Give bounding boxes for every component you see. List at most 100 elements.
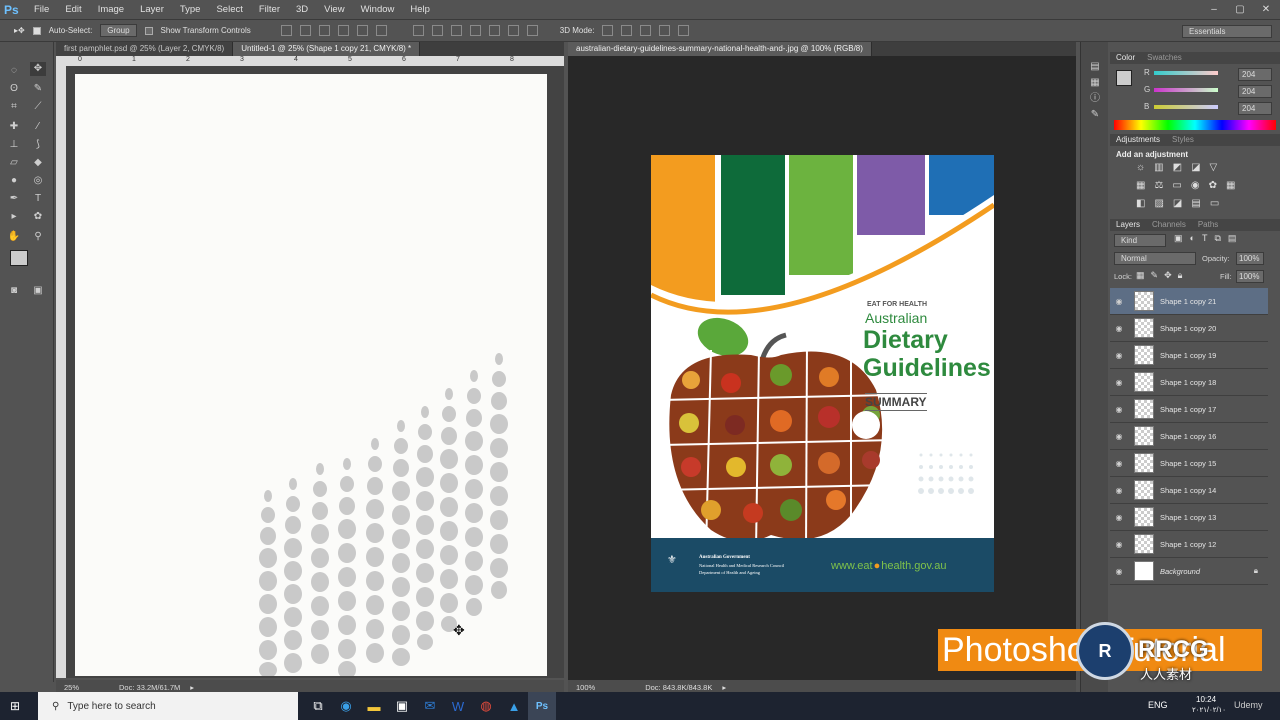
lock-position-icon[interactable]: ✥ (1164, 270, 1172, 281)
store-icon[interactable]: ▣ (388, 692, 416, 720)
3d-roll-icon[interactable] (621, 25, 633, 36)
layer-filter-kind[interactable]: Kind (1114, 234, 1166, 247)
tab-layers[interactable]: Layers (1110, 219, 1146, 231)
opacity-input[interactable]: 100% (1236, 252, 1264, 265)
task-view-icon[interactable]: ⧉ (304, 692, 332, 720)
visibility-eye-icon[interactable]: ◉ (1110, 405, 1128, 414)
menu-layer[interactable]: Layer (132, 4, 172, 15)
3d-rotate-icon[interactable] (602, 25, 614, 36)
color-ramp[interactable] (1114, 120, 1276, 130)
move-tool-icon[interactable]: ✥ (30, 62, 46, 76)
transform-controls-checkbox[interactable] (144, 26, 153, 35)
gradient-map-adjust-icon[interactable]: ▭ (1210, 198, 1219, 209)
quick-mask-icon[interactable]: ◙ (6, 284, 22, 298)
layer-row[interactable]: ◉ Shape 1 copy 21 (1110, 288, 1268, 315)
tab-swatches[interactable]: Swatches (1141, 52, 1188, 64)
quick-select-tool-icon[interactable]: ✎ (30, 82, 46, 96)
status-arrow-icon[interactable]: ▸ (190, 683, 194, 692)
menu-filter[interactable]: Filter (251, 4, 288, 15)
photoshop-taskbar-icon[interactable]: Ps (528, 692, 556, 720)
close-button[interactable]: ✕ (1256, 2, 1276, 16)
path-select-icon[interactable]: ▸ (6, 210, 22, 224)
align-center-icon[interactable] (356, 25, 368, 36)
clock-date[interactable]: ۲۰۲۱/۰۲/۱۰ (1192, 706, 1226, 714)
photos-icon[interactable]: ▲ (500, 692, 528, 720)
auto-select-checkbox[interactable] (32, 26, 41, 35)
menu-help[interactable]: Help (402, 4, 438, 15)
hue-sat-adjust-icon[interactable]: ▦ (1136, 180, 1145, 191)
distribute-left-icon[interactable] (469, 25, 481, 36)
channel-g-slider[interactable] (1154, 88, 1218, 92)
curves-adjust-icon[interactable]: ◩ (1173, 162, 1182, 173)
exposure-adjust-icon[interactable]: ◪ (1191, 162, 1200, 173)
layer-row[interactable]: ◉ Shape 1 copy 19 (1110, 342, 1268, 369)
filter-pixel-icon[interactable]: ▣ (1174, 233, 1183, 244)
start-button-icon[interactable]: ⊞ (10, 699, 20, 713)
distribute-center-icon[interactable] (488, 25, 500, 36)
align-middle-icon[interactable] (299, 25, 311, 36)
mail-icon[interactable]: ✉ (416, 692, 444, 720)
clone-stamp-icon[interactable]: ⊥ (6, 138, 22, 152)
tab-paths[interactable]: Paths (1192, 219, 1224, 231)
chrome-icon[interactable]: ◍ (472, 692, 500, 720)
menu-select[interactable]: Select (208, 4, 250, 15)
visibility-eye-icon[interactable]: ◉ (1110, 567, 1128, 576)
layer-row[interactable]: ◉ Shape 1 copy 17 (1110, 396, 1268, 423)
posterize-adjust-icon[interactable]: ▨ (1154, 198, 1163, 209)
menu-view[interactable]: View (316, 4, 352, 15)
blend-mode-dropdown[interactable]: Normal (1114, 252, 1196, 265)
layer-row[interactable]: ◉ Shape 1 copy 12 (1110, 531, 1268, 558)
tab-channels[interactable]: Channels (1146, 219, 1192, 231)
healing-brush-icon[interactable]: ✚ (6, 120, 22, 134)
tab-untitled-1[interactable]: Untitled-1 @ 25% (Shape 1 copy 21, CMYK/… (233, 42, 421, 56)
3d-scale-icon[interactable] (678, 25, 690, 36)
selective-color-adjust-icon[interactable]: ▤ (1191, 198, 1200, 209)
menu-3d[interactable]: 3D (288, 4, 316, 15)
visibility-eye-icon[interactable]: ◉ (1110, 540, 1128, 549)
align-right-icon[interactable] (375, 25, 387, 36)
tab-adjustments[interactable]: Adjustments (1110, 134, 1166, 146)
distribute-middle-icon[interactable] (431, 25, 443, 36)
history-brush-icon[interactable]: ⟆ (30, 138, 46, 152)
lock-transparency-icon[interactable]: ▦ (1136, 270, 1145, 281)
properties-panel-icon[interactable]: ▦ (1087, 76, 1103, 90)
levels-adjust-icon[interactable]: ▥ (1154, 162, 1163, 173)
lock-all-icon[interactable]: 🔒︎ (1178, 270, 1183, 281)
vibrance-adjust-icon[interactable]: ▽ (1210, 162, 1218, 173)
filter-shape-icon[interactable]: ⧉ (1214, 233, 1220, 244)
align-bottom-icon[interactable] (318, 25, 330, 36)
eraser-tool-icon[interactable]: ▱ (6, 156, 22, 170)
layer-row[interactable]: ◉ Shape 1 copy 20 (1110, 315, 1268, 342)
tab-color[interactable]: Color (1110, 52, 1141, 64)
left-canvas-area[interactable]: ✥ (66, 66, 564, 678)
document-canvas[interactable]: ✥ (75, 74, 547, 676)
filter-smart-icon[interactable]: ▤ (1228, 233, 1237, 244)
channel-mixer-adjust-icon[interactable]: ✿ (1209, 180, 1217, 191)
3d-pan-icon[interactable] (640, 25, 652, 36)
brightness-adjust-icon[interactable]: ☼ (1136, 162, 1145, 173)
color-lookup-adjust-icon[interactable]: ▦ (1226, 180, 1235, 191)
lock-pixels-icon[interactable]: ✎ (1151, 270, 1159, 281)
status-arrow-icon[interactable]: ▸ (722, 683, 726, 692)
align-left-icon[interactable] (337, 25, 349, 36)
clock-time[interactable]: 10:24 (1196, 695, 1216, 704)
auto-align-icon[interactable] (526, 25, 538, 36)
eyedropper-tool-icon[interactable]: ⟋ (30, 100, 46, 114)
history-panel-icon[interactable]: ▤ (1087, 60, 1103, 74)
shape-tool-icon[interactable]: ✿ (30, 210, 46, 224)
fill-input[interactable]: 100% (1236, 270, 1264, 283)
info-panel-icon[interactable]: ⓘ (1087, 92, 1103, 106)
channel-b-value[interactable]: 204 (1238, 102, 1272, 115)
workspace-dropdown[interactable]: Essentials (1182, 25, 1272, 38)
visibility-eye-icon[interactable]: ◉ (1110, 297, 1128, 306)
brush-tool-icon[interactable]: ⁄ (30, 120, 46, 134)
lasso-tool-icon[interactable]: ʘ (6, 82, 22, 96)
paint-bucket-icon[interactable]: ◆ (30, 156, 46, 170)
channel-g-value[interactable]: 204 (1238, 85, 1272, 98)
invert-adjust-icon[interactable]: ◧ (1136, 198, 1145, 209)
marquee-tool-icon[interactable]: ◌ (6, 64, 22, 78)
crop-tool-icon[interactable]: ⌗ (6, 100, 22, 114)
zoom-tool-icon[interactable]: ⚲ (30, 230, 46, 244)
visibility-eye-icon[interactable]: ◉ (1110, 324, 1128, 333)
right-canvas-area[interactable]: EAT FOR HEALTH Australian Dietary Guidel… (568, 56, 1076, 680)
